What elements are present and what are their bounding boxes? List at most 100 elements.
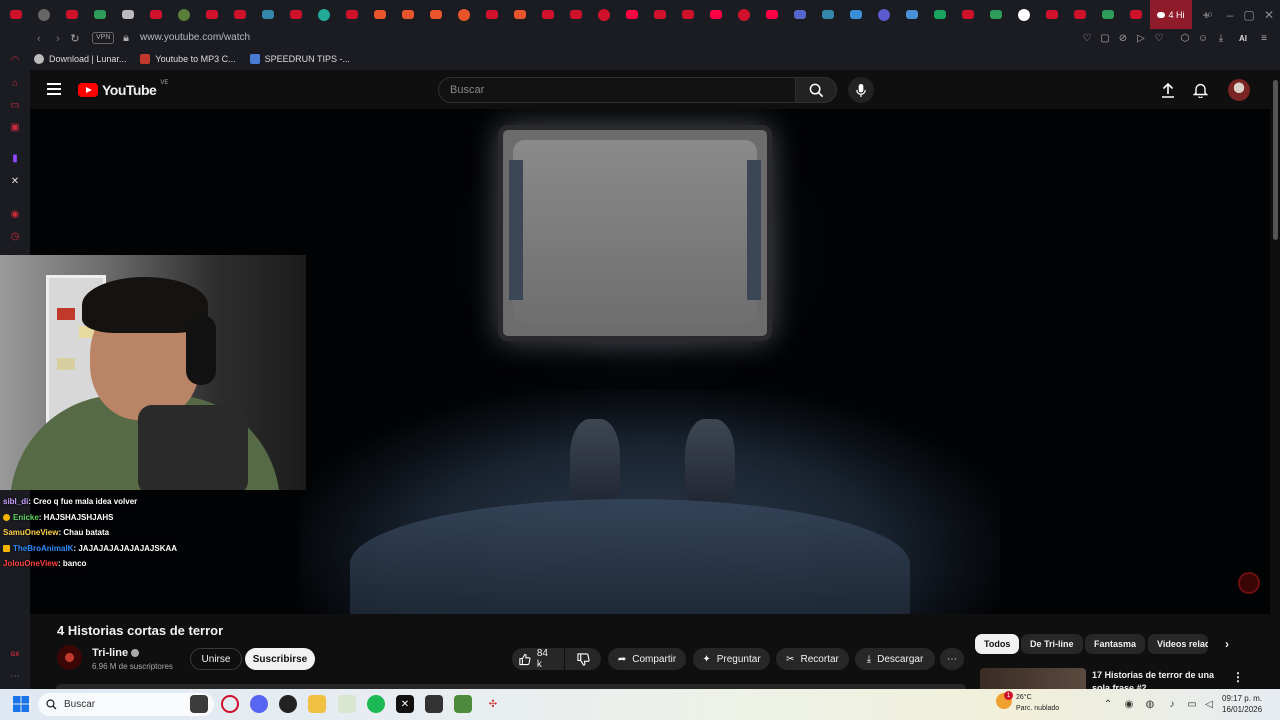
browser-tab[interactable]	[58, 0, 86, 29]
search-tabs-icon[interactable]: ⌕	[1201, 0, 1219, 29]
browser-tab[interactable]	[1094, 0, 1122, 29]
system-clock[interactable]: 09:17 p. m. 16/01/2026	[1222, 693, 1262, 715]
heart-icon[interactable]: ♡	[1152, 31, 1166, 45]
browser-tab[interactable]	[926, 0, 954, 29]
browser-tab[interactable]	[142, 0, 170, 29]
microphone-tray-icon[interactable]: ♪	[1166, 698, 1178, 710]
forward-icon[interactable]: ›	[50, 29, 66, 48]
more-actions-button[interactable]: ⋯	[940, 648, 964, 670]
browser-tab[interactable]	[478, 0, 506, 29]
channel-watermark-icon[interactable]	[1238, 572, 1260, 594]
browser-tab[interactable]	[226, 0, 254, 29]
network-icon[interactable]: ▭	[1186, 698, 1198, 710]
windows-start-icon[interactable]	[12, 695, 30, 713]
active-tab[interactable]: 4 Hi	[1150, 0, 1192, 29]
browser-tab[interactable]	[450, 0, 478, 29]
file-explorer-icon[interactable]	[308, 695, 326, 713]
history-icon[interactable]: ◷	[9, 230, 21, 242]
browser-tab[interactable]	[814, 0, 842, 29]
menu-icon[interactable]: ≡	[1257, 31, 1271, 45]
chip-all[interactable]: Todos	[975, 634, 1020, 654]
share-button[interactable]: ➦ Compartir	[608, 648, 686, 670]
extensions-icon[interactable]: ⬡	[1178, 31, 1192, 45]
browser-tab[interactable]	[702, 0, 730, 29]
app-with-badge-icon[interactable]	[425, 695, 443, 713]
browser-tab[interactable]	[310, 0, 338, 29]
chip-related[interactable]: Videos relac	[1148, 634, 1208, 654]
address-field[interactable]: www.youtube.com/watch	[140, 32, 250, 43]
browser-tab[interactable]	[758, 0, 786, 29]
account-icon[interactable]: ☺	[1196, 31, 1210, 45]
bookmark-item[interactable]: Download | Lunar...	[34, 54, 126, 64]
browser-tab[interactable]	[1066, 0, 1094, 29]
voice-search-button[interactable]	[848, 77, 874, 103]
upload-button[interactable]	[1158, 80, 1178, 100]
youtube-logo[interactable]: YouTube VE	[78, 80, 168, 98]
discord-app-icon[interactable]	[250, 695, 268, 713]
more-icon[interactable]: ⋯	[9, 670, 21, 682]
scrollbar-thumb[interactable]	[1273, 80, 1278, 240]
tray-app-icon[interactable]: ◍	[1144, 698, 1156, 710]
bookmark-item[interactable]: Youtube to MP3 C...	[140, 54, 236, 64]
page-scrollbar[interactable]	[1271, 70, 1280, 689]
browser-tab[interactable]	[1122, 0, 1150, 29]
bookmark-icon[interactable]: ♡	[1080, 31, 1094, 45]
chip-ghost[interactable]: Fantasma	[1085, 634, 1146, 654]
browser-tab[interactable]	[394, 0, 422, 29]
bookmark-item[interactable]: SPEEDRUN TIPS -...	[249, 54, 350, 64]
browser-tab[interactable]	[590, 0, 618, 29]
browser-tab[interactable]	[618, 0, 646, 29]
back-icon[interactable]: ‹	[31, 29, 47, 48]
x-icon[interactable]: ✕	[9, 175, 21, 187]
recommended-title[interactable]: 17 Historias de terror de una sola frase…	[1092, 669, 1222, 689]
browser-tab[interactable]	[646, 0, 674, 29]
gx-label[interactable]: GX	[9, 649, 21, 661]
browser-tab[interactable]	[338, 0, 366, 29]
browser-tab[interactable]	[30, 0, 58, 29]
app-icon[interactable]	[338, 695, 356, 713]
messenger-icon[interactable]: ▭	[9, 99, 21, 111]
clip-button[interactable]: ✂ Recortar	[776, 648, 849, 670]
browser-tab[interactable]	[730, 0, 758, 29]
browser-tab[interactable]	[786, 0, 814, 29]
browser-tab[interactable]	[282, 0, 310, 29]
lock-icon[interactable]: 🔒︎	[118, 29, 134, 48]
search-input[interactable]: Buscar	[438, 77, 796, 103]
browser-tab[interactable]	[506, 0, 534, 29]
recommended-menu-icon[interactable]: ⋮	[1228, 667, 1248, 687]
browser-tab[interactable]	[170, 0, 198, 29]
maximize-icon[interactable]: ▢	[1240, 0, 1258, 29]
notifications-button[interactable]	[1190, 80, 1210, 100]
browser-tab[interactable]	[534, 0, 562, 29]
opera-gx-app-icon[interactable]	[221, 695, 239, 713]
chips-next-icon[interactable]: ›	[1216, 634, 1238, 654]
tray-app-icon[interactable]: ◉	[1123, 698, 1135, 710]
shopping-icon[interactable]: ⌂	[9, 77, 21, 89]
browser-tab[interactable]	[198, 0, 226, 29]
browser-tab[interactable]	[1010, 0, 1038, 29]
snapshot-icon[interactable]: ▢	[1098, 31, 1112, 45]
gx-corner-icon[interactable]: ▣	[9, 121, 21, 133]
browser-tab[interactable]	[674, 0, 702, 29]
browser-tab[interactable]	[2, 0, 30, 29]
task-view-icon[interactable]	[190, 695, 208, 713]
obs-app-icon[interactable]	[279, 695, 297, 713]
downloads-icon[interactable]: ⤓	[1214, 31, 1228, 45]
player-sidebar-icon[interactable]: ◉	[9, 208, 21, 220]
browser-tab[interactable]	[870, 0, 898, 29]
volume-icon[interactable]: ◁	[1203, 698, 1215, 710]
guide-menu-icon[interactable]	[47, 83, 61, 95]
channel-avatar[interactable]	[57, 645, 82, 670]
browser-tab[interactable]	[982, 0, 1010, 29]
browser-tab[interactable]	[898, 0, 926, 29]
browser-tab[interactable]	[562, 0, 590, 29]
minimize-icon[interactable]: –	[1221, 0, 1239, 29]
capcut-app-icon[interactable]: ✕	[396, 695, 414, 713]
browser-tab[interactable]	[954, 0, 982, 29]
app-icon[interactable]: ✣	[484, 695, 502, 713]
chip-from-channel[interactable]: De Tri-line	[1021, 634, 1083, 654]
ai-button[interactable]: AI	[1234, 31, 1252, 45]
search-button[interactable]	[795, 77, 837, 103]
browser-tab[interactable]	[114, 0, 142, 29]
player-icon[interactable]: ▷	[1134, 31, 1148, 45]
